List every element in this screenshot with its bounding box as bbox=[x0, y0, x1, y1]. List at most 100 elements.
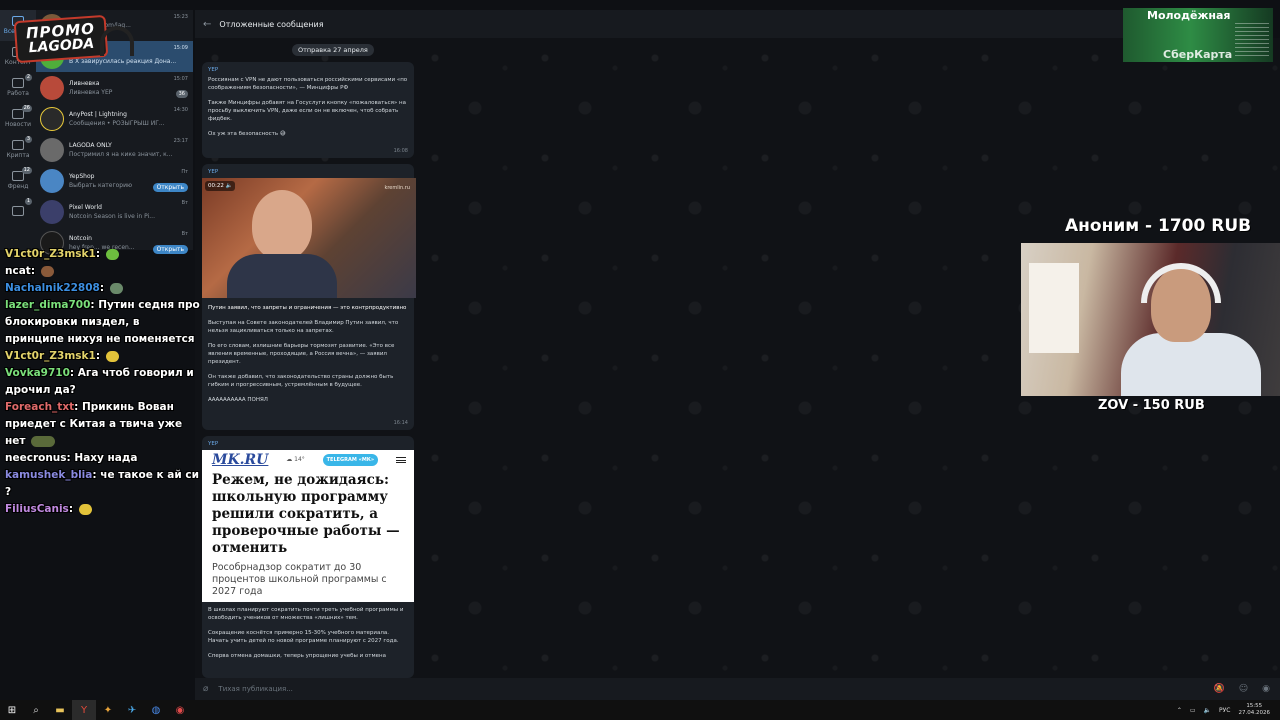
open-app-button[interactable]: Открыть bbox=[152, 183, 188, 192]
emote-icon bbox=[40, 265, 54, 277]
stream-chat-line: V1ct0r_Z3msk1: bbox=[5, 348, 200, 365]
ad-subtitle: СберКарта bbox=[1163, 48, 1233, 61]
chat-username: Foreach_txt bbox=[5, 401, 75, 413]
chat-username: V1ct0r_Z3msk1 bbox=[5, 248, 96, 260]
stream-chat-line: ncat: bbox=[5, 263, 200, 280]
avatar bbox=[40, 75, 64, 100]
chat-header: ← Отложенные сообщения bbox=[195, 10, 1125, 38]
emoji-icon[interactable]: ☺ bbox=[1239, 684, 1248, 694]
file-explorer-icon[interactable]: ▬ bbox=[48, 700, 72, 720]
obs-icon[interactable]: ◉ bbox=[168, 700, 192, 720]
volume-icon[interactable]: 🔈 bbox=[1204, 707, 1211, 714]
chat-time: 14:30 bbox=[173, 107, 188, 113]
message-text: Сперва отмена домашки, теперь упрощение … bbox=[208, 653, 386, 659]
duration-text: 00:22 bbox=[208, 183, 224, 189]
telegram-icon[interactable]: ✈ bbox=[120, 700, 144, 720]
folder-count: 3 bbox=[24, 136, 32, 143]
folder-other[interactable]: 1 bbox=[0, 196, 36, 227]
chat-time: 15:07 bbox=[173, 76, 188, 82]
stream-chat-overlay: V1ct0r_Z3msk1: ncat: Nachalnik22808: laz… bbox=[5, 246, 200, 518]
article-headline: Режем, не дожидаясь: школьную программу … bbox=[212, 472, 400, 556]
back-arrow-icon[interactable]: ← bbox=[203, 19, 211, 30]
message-composer: ⌀ Тихая публикация... 🔕 ☺ ◉ bbox=[195, 678, 1280, 700]
folder-label: Работа bbox=[7, 90, 29, 97]
chat-item-anypost[interactable]: AnyPost | Lightning Сообщения • РОЗЫГРЫШ … bbox=[36, 103, 193, 134]
avatar bbox=[40, 137, 64, 162]
folder-icon bbox=[12, 140, 24, 150]
tray-arrow-icon[interactable]: ⌃ bbox=[1177, 707, 1182, 714]
network-icon[interactable]: ▭ bbox=[1190, 707, 1196, 714]
chat-username: FiliusCanis bbox=[5, 503, 69, 515]
unread-badge: 36 bbox=[175, 90, 188, 98]
chat-preview: Ливневка YEP bbox=[69, 88, 113, 96]
folder-icon bbox=[12, 205, 24, 216]
emote-icon bbox=[109, 282, 123, 294]
folder-friend[interactable]: 12 Френд bbox=[0, 165, 36, 196]
chat-time: Пт bbox=[181, 169, 188, 175]
person-suit bbox=[227, 254, 337, 298]
message-text: Россиянам с VPN не дают пользоваться рос… bbox=[208, 77, 408, 91]
article-screenshot[interactable]: MK.RU ☁ 14° TELEGRAM «МК» Режем, не дожи… bbox=[202, 450, 414, 602]
stream-chat-line: V1ct0r_Z3msk1: bbox=[5, 246, 200, 263]
menu-icon bbox=[395, 457, 406, 463]
yandex-browser-icon[interactable]: Y bbox=[72, 700, 96, 720]
app-icon[interactable]: ✦ bbox=[96, 700, 120, 720]
folder-news[interactable]: 26 Новости bbox=[0, 103, 36, 134]
chat-name: LAGODA ONLY bbox=[69, 141, 112, 149]
attach-icon[interactable]: ⌀ bbox=[203, 684, 208, 694]
folder-crypto[interactable]: 3 Крипта bbox=[0, 134, 36, 165]
search-icon[interactable]: ⌕ bbox=[24, 700, 48, 720]
windows-start-icon[interactable]: ⊞ bbox=[0, 700, 24, 720]
stream-chat-line: lazer_dima700: Путин седня про блокировк… bbox=[5, 299, 200, 345]
chat-name: Ливневка bbox=[69, 79, 100, 87]
mute-icon: 🔈 bbox=[225, 183, 233, 189]
clock-date: 27.04.2026 bbox=[1238, 710, 1271, 716]
page-title: Отложенные сообщения bbox=[219, 19, 324, 29]
voice-icon[interactable]: ◉ bbox=[1262, 684, 1270, 694]
mk-logo: MK.RU bbox=[212, 452, 269, 468]
message-bubble[interactable]: YEP 00:22 🔈 kremlin.ru Путин заявил, что… bbox=[202, 164, 416, 430]
message-input[interactable]: Тихая публикация... bbox=[218, 685, 292, 693]
chat-item-pixel-world[interactable]: Pixel World Notcoin Season is live in Pi.… bbox=[36, 196, 193, 227]
sber-ad-banner: Молодёжная СберКарта bbox=[1123, 8, 1273, 62]
chat-item-livnevka[interactable]: Ливневка Ливневка YEP 15:07 36 bbox=[36, 72, 193, 103]
message-bubble[interactable]: YEP Россиянам с VPN не дают пользоваться… bbox=[202, 62, 414, 158]
person-face bbox=[252, 190, 312, 260]
article-subheadline: Рособрнадзор сократит до 30 процентов шк… bbox=[212, 562, 387, 597]
silent-icon[interactable]: 🔕 bbox=[1214, 684, 1225, 694]
chat-username: Nachalnik22808 bbox=[5, 282, 100, 294]
folder-label: Френд bbox=[7, 183, 29, 190]
browser-icon[interactable]: ◍ bbox=[144, 700, 168, 720]
message-sender: YEP bbox=[208, 67, 219, 73]
chat-item-yepshop[interactable]: YepShop Выбрать категорию Пт Открыть bbox=[36, 165, 193, 196]
chat-name: Notcoin bbox=[69, 234, 92, 242]
chat-time: 15:09 bbox=[173, 45, 188, 51]
video-thumbnail[interactable]: 00:22 🔈 kremlin.ru bbox=[202, 178, 416, 298]
chat-preview: Notcoin Season is live in Pi... bbox=[69, 212, 155, 220]
message-bubble[interactable]: YEP MK.RU ☁ 14° TELEGRAM «МК» Режем, не … bbox=[202, 436, 414, 678]
avatar bbox=[40, 199, 64, 224]
chat-item-lagoda-only[interactable]: LAGODA ONLY Постримил я на кике значит, к… bbox=[36, 134, 193, 165]
ad-title: Молодёжная bbox=[1147, 9, 1231, 22]
promo-lagoda-logo: ПРОМО LAGODA bbox=[13, 14, 109, 64]
telegram-badge: TELEGRAM «МК» bbox=[322, 454, 379, 466]
folder-count: 1 bbox=[24, 198, 32, 205]
clock-time: 15:55 bbox=[1246, 703, 1263, 709]
message-text: Также Минцифры добавят на Госуслуги кноп… bbox=[208, 100, 407, 122]
message-text: Выступая на Совете законодателей Владими… bbox=[208, 320, 399, 334]
headset-icon bbox=[100, 26, 134, 56]
folder-work[interactable]: 2 Работа bbox=[0, 72, 36, 103]
clock[interactable]: 15:55 27.04.2026 bbox=[1239, 703, 1271, 717]
promo-line-2: LAGODA bbox=[28, 35, 95, 57]
system-tray: ⌃ ▭ 🔈 РУС 15:55 27.04.2026 bbox=[1177, 703, 1270, 717]
message-sender: YEP bbox=[208, 169, 219, 175]
language-indicator[interactable]: РУС bbox=[1219, 707, 1230, 714]
avatar bbox=[40, 168, 64, 193]
date-separator: Отправка 27 апреля bbox=[292, 44, 374, 56]
donation-alert: Аноним - 1700 RUB bbox=[1065, 216, 1252, 236]
chat-username: neecronus bbox=[5, 452, 67, 464]
message-text: В школах планируют сократить почти треть… bbox=[208, 607, 404, 621]
chat-username: ncat bbox=[5, 265, 31, 277]
stream-chat-line: Foreach_txt: Прикинь Вован приедет с Кит… bbox=[5, 401, 183, 447]
emote-icon bbox=[78, 503, 92, 515]
